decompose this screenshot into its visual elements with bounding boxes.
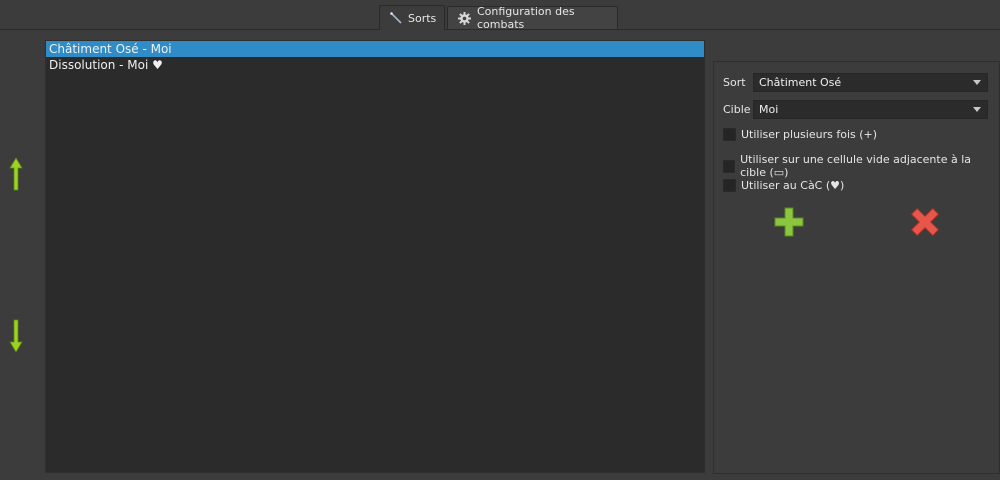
target-select-value: Moi xyxy=(759,103,779,116)
spell-label: Sort xyxy=(723,76,746,89)
add-button[interactable] xyxy=(774,207,804,237)
checkbox-label: Utiliser sur une cellule vide adjacente … xyxy=(740,153,972,179)
checkbox-label: Utiliser au CàC (♥) xyxy=(741,179,845,192)
checkbox-empty-adjacent-cell[interactable]: Utiliser sur une cellule vide adjacente … xyxy=(723,153,999,179)
arrow-down-icon xyxy=(9,319,23,356)
list-item[interactable]: Dissolution - Moi ♥ xyxy=(46,57,704,73)
spell-row: Sort Châtiment Osé xyxy=(723,73,988,92)
spell-select[interactable]: Châtiment Osé xyxy=(753,73,988,92)
target-row: Cible Moi xyxy=(723,100,988,119)
spell-select-value: Châtiment Osé xyxy=(759,76,842,89)
cross-icon xyxy=(910,207,940,240)
tab-config-label: Configuration des combats xyxy=(477,5,575,31)
spell-config-panel: Sort Châtiment Osé Cible Moi Utiliser pl… xyxy=(713,61,1000,474)
checkbox[interactable] xyxy=(723,128,736,141)
list-item[interactable]: Châtiment Osé - Moi xyxy=(46,41,704,57)
plus-icon xyxy=(774,207,804,240)
tab-sorts[interactable]: Sorts xyxy=(379,5,445,30)
tab-configuration-des-combats[interactable]: Configuration des combats xyxy=(447,5,618,31)
checkbox-label: Utiliser plusieurs fois (+) xyxy=(741,128,878,141)
checkbox-multiple-uses[interactable]: Utiliser plusieurs fois (+) xyxy=(723,128,877,141)
move-down-button[interactable] xyxy=(6,318,26,356)
spell-list[interactable]: Châtiment Osé - Moi Dissolution - Moi ♥ xyxy=(45,40,705,473)
chevron-down-icon xyxy=(973,80,981,85)
tab-bar: Sorts Configuration des combats xyxy=(0,0,1000,31)
chevron-down-icon xyxy=(973,107,981,112)
wand-icon xyxy=(390,12,402,24)
delete-button[interactable] xyxy=(910,207,940,237)
gear-icon xyxy=(458,11,471,25)
checkbox-melee[interactable]: Utiliser au CàC (♥) xyxy=(723,179,844,192)
target-label: Cible xyxy=(723,103,751,116)
target-select[interactable]: Moi xyxy=(753,100,988,119)
arrow-up-icon xyxy=(9,156,23,194)
move-up-button[interactable] xyxy=(6,156,26,194)
checkbox[interactable] xyxy=(723,159,736,173)
tab-sorts-label: Sorts xyxy=(408,11,437,25)
checkbox[interactable] xyxy=(723,179,736,192)
